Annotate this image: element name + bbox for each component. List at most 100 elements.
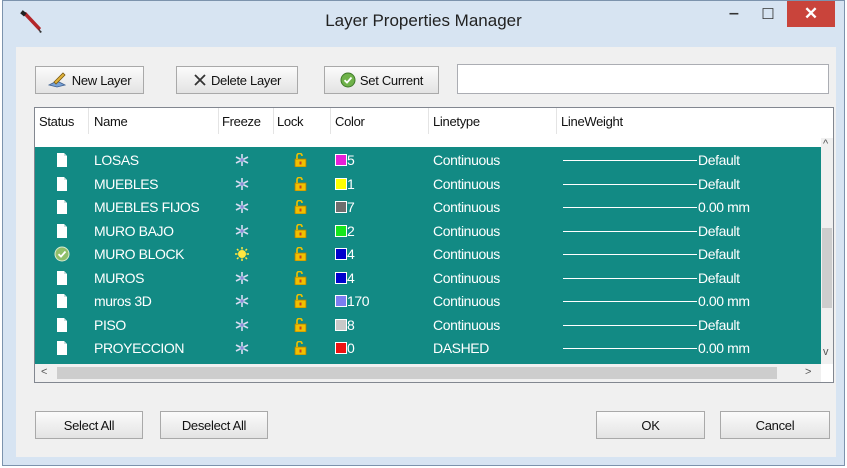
linetype-value[interactable]: Continuous	[433, 223, 500, 239]
snowflake-freeze-icon[interactable]	[235, 318, 249, 332]
layer-status-document-icon[interactable]	[57, 270, 67, 285]
snowflake-freeze-icon[interactable]	[235, 224, 249, 238]
layer-status-document-icon[interactable]	[57, 341, 67, 355]
layer-row[interactable]: MUROS 4 Continuous Default	[35, 267, 821, 290]
open-lock-icon[interactable]	[294, 200, 308, 214]
horizontal-scrollbar[interactable]: < >	[35, 364, 821, 382]
layer-row[interactable]: MUEBLES 1 Continuous Default	[35, 173, 821, 196]
linetype-value[interactable]: DASHED	[433, 340, 489, 356]
new-layer-button[interactable]: New Layer	[35, 66, 144, 94]
open-lock-icon[interactable]	[294, 317, 308, 332]
open-lock-icon[interactable]	[294, 341, 308, 355]
color-swatch[interactable]	[335, 177, 347, 190]
layer-status-document-icon[interactable]	[57, 176, 67, 191]
scroll-right-arrow-icon[interactable]: >	[805, 366, 811, 378]
column-header-status[interactable]: Status	[39, 114, 74, 129]
lineweight-value[interactable]: 0.00 mm	[698, 340, 750, 356]
lineweight-value[interactable]: 0.00 mm	[698, 293, 750, 309]
layer-row[interactable]: muros 3D 170 Continuous 0.00 mm	[35, 290, 821, 313]
current-layer-check-icon[interactable]	[54, 246, 70, 262]
linetype-value[interactable]: Continuous	[433, 317, 500, 333]
color-swatch[interactable]	[335, 154, 347, 166]
close-button[interactable]: ✕	[787, 1, 835, 27]
layer-status-document-icon[interactable]	[57, 223, 67, 238]
color-swatch[interactable]	[335, 295, 347, 307]
column-divider[interactable]	[218, 108, 219, 134]
sun-thawed-icon[interactable]	[235, 247, 249, 261]
delete-layer-button[interactable]: Delete Layer	[176, 66, 298, 94]
lineweight-value[interactable]: Default	[698, 223, 740, 239]
lineweight-value[interactable]: 0.00 mm	[698, 199, 750, 215]
color-swatch[interactable]	[335, 342, 347, 354]
snowflake-freeze-icon[interactable]	[235, 177, 249, 191]
column-divider[interactable]	[88, 108, 89, 134]
layer-status-document-icon[interactable]	[57, 317, 67, 332]
layer-status-document-icon[interactable]	[57, 294, 67, 308]
open-lock-icon[interactable]	[294, 270, 308, 285]
scroll-up-arrow-icon[interactable]: ^	[823, 138, 828, 150]
minimize-button[interactable]: ‒	[719, 1, 749, 27]
column-header-name[interactable]: Name	[94, 114, 128, 129]
open-lock-icon[interactable]	[294, 247, 308, 261]
layer-name: MURO BLOCK	[94, 246, 185, 262]
column-divider[interactable]	[556, 108, 557, 134]
column-header-freeze[interactable]: Freeze	[222, 114, 261, 129]
snowflake-freeze-icon[interactable]	[235, 200, 249, 214]
scroll-down-arrow-icon[interactable]: v	[823, 346, 829, 358]
layer-row[interactable]: MUEBLES FIJOS 7 Continuous 0.00 mm	[35, 196, 821, 219]
column-divider[interactable]	[428, 108, 429, 134]
lineweight-value[interactable]: Default	[698, 176, 740, 192]
scroll-left-arrow-icon[interactable]: <	[41, 366, 47, 378]
color-swatch[interactable]	[335, 224, 347, 237]
linetype-value[interactable]: Continuous	[433, 246, 500, 262]
open-lock-icon[interactable]	[294, 176, 308, 191]
linetype-value[interactable]: Continuous	[433, 293, 500, 309]
layer-row[interactable]: PROYECCION 0 DASHED 0.00 mm	[35, 337, 821, 360]
lineweight-value[interactable]: Default	[698, 152, 740, 168]
snowflake-freeze-icon[interactable]	[235, 294, 249, 308]
title-bar[interactable]: Layer Properties Manager ‒ ☐ ✕	[3, 1, 844, 43]
linetype-value[interactable]: Continuous	[433, 270, 500, 286]
deselect-all-label: Deselect All	[181, 417, 247, 433]
color-swatch[interactable]	[335, 318, 347, 331]
column-header-color[interactable]: Color	[335, 114, 365, 129]
snowflake-freeze-icon[interactable]	[235, 271, 249, 285]
column-header-linetype[interactable]: Linetype	[433, 114, 480, 129]
layer-row[interactable]: PISO 8 Continuous Default	[35, 314, 821, 337]
layer-row[interactable]: MURO BAJO 2 Continuous Default	[35, 220, 821, 243]
deselect-all-button[interactable]: Deselect All	[160, 411, 268, 439]
linetype-value[interactable]: Continuous	[433, 152, 500, 168]
set-current-button[interactable]: Set Current	[324, 66, 439, 94]
open-lock-icon[interactable]	[294, 223, 308, 238]
lineweight-value[interactable]: Default	[698, 246, 740, 262]
layer-name-field[interactable]	[457, 64, 829, 94]
ok-button[interactable]: OK	[596, 411, 705, 439]
open-lock-icon[interactable]	[294, 294, 308, 308]
column-header-lineweight[interactable]: LineWeight	[561, 114, 623, 129]
lineweight-value[interactable]: Default	[698, 270, 740, 286]
layer-list[interactable]: Status Name Freeze Lock Color Linetype L…	[34, 107, 834, 383]
column-header-lock[interactable]: Lock	[277, 114, 304, 129]
horizontal-scroll-thumb[interactable]	[57, 367, 777, 379]
list-header: Status Name Freeze Lock Color Linetype L…	[35, 108, 833, 138]
vertical-scroll-thumb[interactable]	[822, 228, 832, 308]
column-divider[interactable]	[330, 108, 331, 134]
maximize-button[interactable]: ☐	[753, 1, 783, 27]
cancel-button[interactable]: Cancel	[720, 411, 830, 439]
layer-row[interactable]: MURO BLOCK 4 Continuous Default	[35, 243, 821, 266]
color-swatch[interactable]	[335, 248, 347, 260]
snowflake-freeze-icon[interactable]	[235, 341, 249, 355]
select-all-button[interactable]: Select All	[35, 411, 143, 439]
layer-row[interactable]: LOSAS 5 Continuous Default	[35, 149, 821, 172]
color-swatch[interactable]	[335, 201, 347, 213]
lineweight-value[interactable]: Default	[698, 317, 740, 333]
snowflake-freeze-icon[interactable]	[235, 153, 249, 167]
linetype-value[interactable]: Continuous	[433, 176, 500, 192]
layer-status-document-icon[interactable]	[57, 200, 67, 214]
linetype-value[interactable]: Continuous	[433, 199, 500, 215]
layer-status-document-icon[interactable]	[57, 153, 67, 167]
color-swatch[interactable]	[335, 271, 347, 284]
open-lock-icon[interactable]	[294, 153, 308, 167]
column-divider[interactable]	[273, 108, 274, 134]
vertical-scrollbar[interactable]: ^ v	[821, 138, 833, 364]
